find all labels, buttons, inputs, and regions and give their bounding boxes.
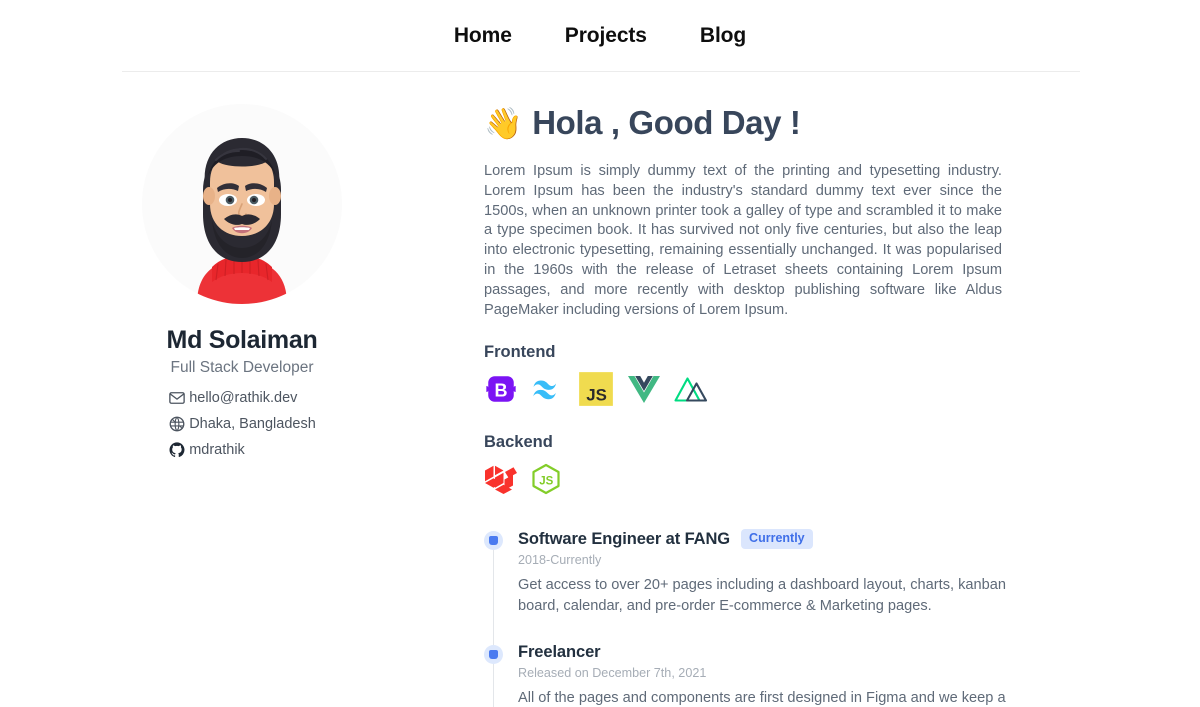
profile-email[interactable]: hello@rathik.dev [168, 389, 297, 407]
timeline-item-description: Get access to over 20+ pages including a… [518, 576, 1006, 614]
svg-text:JS: JS [539, 476, 553, 488]
profile-meta-list: hello@rathik.dev Dhaka, Bangladesh mdrat… [168, 389, 316, 459]
laravel-icon[interactable] [484, 463, 518, 495]
timeline-item-title: Freelancer [518, 642, 601, 661]
status-badge[interactable]: Currently [741, 529, 813, 549]
stack-frontend-title: Frontend [484, 343, 556, 362]
profile-github-text: mdrathik [189, 442, 245, 458]
vuejs-icon[interactable] [627, 374, 661, 404]
timeline-marker-icon [484, 531, 503, 551]
intro-paragraph: Lorem Ipsum is simply dummy text of the … [484, 163, 1002, 318]
tailwindcss-icon[interactable] [531, 377, 565, 401]
profile-github[interactable]: mdrathik [168, 441, 245, 459]
profile-location-text: Dhaka, Bangladesh [189, 416, 316, 432]
profile-role: Full Stack Developer [170, 359, 314, 376]
nav-link-projects[interactable]: Projects [565, 24, 647, 48]
profile-name: Md Solaiman [166, 326, 318, 354]
nav-link-home[interactable]: Home [454, 24, 512, 48]
svg-text:JS: JS [586, 386, 607, 405]
timeline-connector [493, 662, 494, 707]
page-content: Md Solaiman Full Stack Developer hello@r… [0, 72, 1200, 707]
svg-text:B: B [494, 381, 507, 401]
javascript-icon[interactable]: JS [578, 371, 614, 407]
timeline-marker-icon [484, 644, 503, 664]
github-icon [169, 442, 185, 458]
timeline-connector [493, 549, 494, 647]
stack-backend: Backend JS [484, 433, 1024, 500]
timeline-item-title: Software Engineer at FANG [518, 529, 731, 548]
timeline-item-date: 2018-Currently [518, 552, 602, 567]
profile-sidebar: Md Solaiman Full Stack Developer hello@r… [0, 72, 484, 707]
page-title-text: Hola , Good Day ! [532, 104, 801, 141]
timeline-item-header: Software Engineer at FANG Currently [518, 529, 1024, 549]
stack-frontend: Frontend B JS [484, 343, 1024, 410]
nodejs-icon[interactable]: JS [531, 463, 561, 495]
waving-hand-icon: 👋 [484, 105, 523, 141]
main-navigation: Home Projects Blog [0, 0, 1200, 72]
timeline-item: Freelancer Released on December 7th, 202… [484, 643, 1024, 707]
stack-backend-title: Backend [484, 433, 553, 452]
main-column: 👋 Hola , Good Day ! Lorem Ipsum is simpl… [484, 72, 1024, 707]
stack-frontend-icons: B JS [484, 368, 1024, 410]
experience-timeline: Software Engineer at FANG Currently 2018… [484, 529, 1024, 707]
portfolio-page: Home Projects Blog Md Solaiman Full Stac… [0, 0, 1200, 707]
timeline-item: Software Engineer at FANG Currently 2018… [484, 529, 1024, 647]
timeline-item-header: Freelancer [518, 643, 1024, 662]
globe-icon [169, 416, 185, 432]
timeline-item-date: Released on December 7th, 2021 [518, 665, 707, 680]
nav-link-blog[interactable]: Blog [700, 24, 746, 48]
avatar [142, 104, 342, 304]
timeline-item-description: All of the pages and components are firs… [518, 689, 1006, 706]
bootstrap-icon[interactable]: B [484, 372, 518, 406]
page-title: 👋 Hola , Good Day ! [484, 104, 1024, 142]
profile-email-text: hello@rathik.dev [189, 390, 298, 406]
nuxtjs-icon[interactable] [674, 374, 710, 404]
envelope-icon [169, 392, 186, 404]
avatar-illustration-icon [142, 104, 342, 304]
stack-backend-icons: JS [484, 458, 1024, 500]
profile-location[interactable]: Dhaka, Bangladesh [168, 415, 316, 433]
